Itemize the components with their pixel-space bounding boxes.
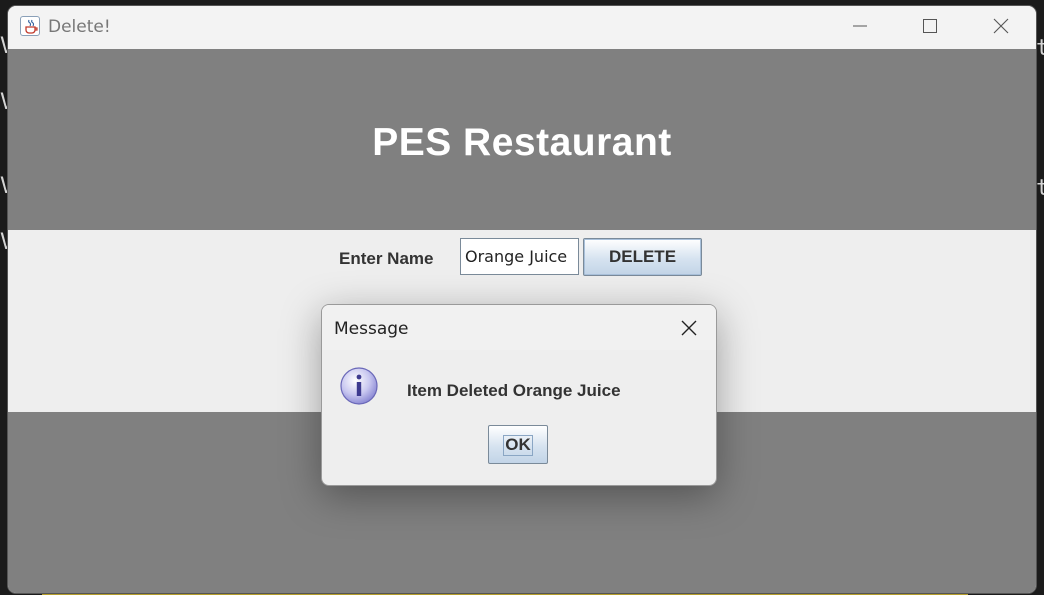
- title-bar[interactable]: Delete!: [8, 6, 1036, 49]
- maximize-icon: [923, 19, 937, 33]
- info-icon: [338, 365, 380, 407]
- minimize-button[interactable]: [837, 6, 883, 46]
- minimize-icon: [853, 25, 867, 27]
- delete-button[interactable]: DELETE: [583, 238, 702, 276]
- background-text: t: [1036, 176, 1044, 201]
- header-panel: PES Restaurant: [8, 49, 1036, 230]
- close-icon: [993, 18, 1009, 34]
- background-text: t: [1036, 36, 1044, 61]
- dialog-title: Message: [334, 319, 409, 339]
- name-input[interactable]: [460, 238, 579, 275]
- dialog-title-bar[interactable]: Message: [322, 305, 716, 350]
- window-title: Delete!: [48, 17, 111, 37]
- page-title: PES Restaurant: [372, 121, 672, 164]
- app-window: Delete! PES Restaurant Enter Name DELETE: [8, 6, 1036, 593]
- dialog-close-button[interactable]: [672, 313, 706, 343]
- dialog-message: Item Deleted Orange Juice: [407, 381, 621, 400]
- message-dialog: Message Item Deleted Orange Juice OK: [321, 304, 717, 486]
- ok-label: OK: [505, 434, 531, 454]
- close-button[interactable]: [978, 6, 1024, 46]
- name-label: Enter Name: [339, 249, 434, 268]
- java-icon: [20, 16, 40, 36]
- close-icon: [681, 320, 697, 336]
- ok-button[interactable]: OK: [488, 425, 548, 464]
- maximize-button[interactable]: [907, 6, 953, 46]
